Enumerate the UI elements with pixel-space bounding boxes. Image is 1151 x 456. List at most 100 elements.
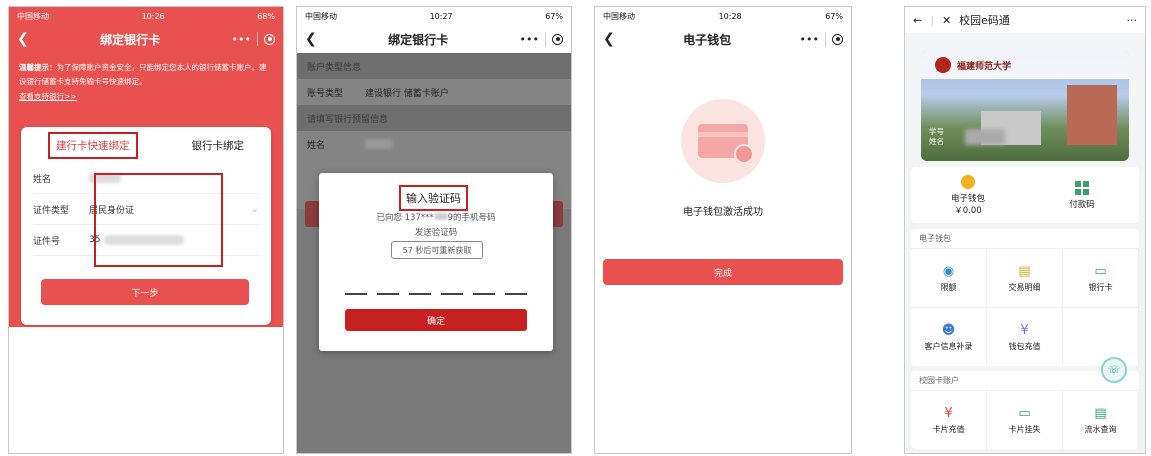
close-target-icon[interactable] [832,33,843,45]
account-type-label: 账号类型 [307,88,344,99]
grid-item-limit[interactable]: ◉ 限额 [911,248,987,307]
page-title: 绑定银行卡 [388,32,449,47]
yen-tag-icon: ¥ [1020,322,1029,338]
wallet-balance: ￥0.00 [954,205,982,216]
highlight-box [94,173,223,267]
time-label: 10:28 [718,11,742,21]
card-info-blurred [965,129,1005,145]
code-digit-slot [441,293,463,295]
account-type-value: 建设银行 储蓄卡账户 [365,88,449,99]
wallet-quick-button[interactable]: 电子钱包 ￥0.00 [911,167,1025,223]
section-header: 请填写银行预留信息 [297,105,571,131]
nav-bar: ❮ 绑定银行卡 ••• [9,25,283,53]
limit-icon: ◉ [942,263,955,279]
status-bar: 中国移动 10:27 67% [297,7,571,25]
more-icon[interactable]: ••• [800,33,819,46]
carrier-label: 中国移动 [17,11,49,21]
code-digit-slot [505,293,527,295]
battery-label: 67% [545,11,563,21]
close-icon[interactable]: ✕ [942,14,951,27]
wallet-card-icon [681,99,765,183]
document-search-icon: ▤ [1094,405,1107,421]
grid-item-customer-info[interactable]: ☻ 客户信息补录 [911,307,987,366]
campus-card-section: 校园卡账户 ¥ 卡片充值 ▭ 卡片挂失 ▤ 流水查询 [911,371,1139,449]
grid-item-card-loss[interactable]: ▭ 卡片挂失 [987,390,1063,449]
back-icon[interactable]: ❮ [17,31,29,47]
grid-item-flow-query[interactable]: ▤ 流水查询 [1063,390,1139,449]
bank-card-icon: ▭ [1094,263,1107,279]
page-title: 校园e码通 [959,14,1010,27]
mini-program-capsule: ••• [800,32,843,46]
more-icon[interactable]: ••• [232,33,251,46]
grid-item-card-topup[interactable]: ¥ 卡片充值 [911,390,987,449]
mini-program-capsule: ••• [232,32,275,46]
battery-label: 67% [825,11,843,21]
campus-card[interactable]: 福建师范大学 学号 姓名 [921,51,1129,161]
qr-code-icon [1075,180,1089,195]
nav-bar: ❮ 绑定银行卡 ••• [297,25,571,53]
more-icon[interactable]: ··· [1127,14,1138,27]
back-arrow-icon[interactable]: ← [913,14,922,27]
wallet-label: 电子钱包 [950,193,985,204]
phone-campus-ecode-screen: ← | ✕ 校园e码通 ··· 福建师范大学 学号 姓名 电子钱包 ￥0.00 付… [904,6,1146,454]
status-bar: 中国移动 10:26 68% [9,7,283,25]
page-title: 电子钱包 [683,32,732,47]
back-icon[interactable]: ❮ [305,31,317,47]
success-message: 电子钱包激活成功 [683,207,763,218]
dialog-title: 输入验证码 [399,185,468,211]
grid-item-empty [1063,307,1139,366]
yen-coin-icon: ¥ [944,405,953,421]
grid-item-bank-card[interactable]: ▭ 银行卡 [1063,248,1139,307]
university-name: 福建师范大学 [957,62,1012,72]
bind-form-card: 建行卡快速绑定 银行卡绑定 姓名 证件类型 居民身份证 ⌄ 证件号 35 下一步 [21,127,271,325]
tab-quick-bind[interactable]: 建行卡快速绑定 [48,131,138,159]
tab-bank-bind[interactable]: 银行卡绑定 [192,138,245,153]
carrier-label: 中国移动 [603,11,635,21]
code-digit-slot [473,293,495,295]
grid-item-wallet-topup[interactable]: ¥ 钱包充值 [987,307,1063,366]
confirm-button[interactable]: 确定 [345,309,527,331]
carrier-label: 中国移动 [305,11,337,21]
sent-message-2: 发送验证码 [414,228,458,238]
customer-service-icon[interactable]: ☏ [1101,357,1127,383]
code-digit-slot [409,293,431,295]
supported-banks-link[interactable]: 查看支持银行>> [9,89,283,104]
receipt-icon: ▤ [1018,263,1031,279]
grid-item-transactions[interactable]: ▤ 交易明细 [987,248,1063,307]
account-type-row: 账号类型 建设银行 储蓄卡账户 [297,79,571,105]
phone-bind-card-screen: 中国移动 10:26 68% ❮ 绑定银行卡 ••• 温馨提示：为了保障账户资金… [8,6,284,454]
more-icon[interactable]: ••• [520,33,539,46]
name-label: 姓名 [33,174,52,185]
phone-wallet-success-screen: 中国移动 10:28 67% ❮ 电子钱包 ••• 电子钱包激活成功 完成 [594,6,852,454]
status-bar: 中国移动 10:28 67% [595,7,851,25]
close-target-icon[interactable] [264,33,275,45]
chevron-down-icon[interactable]: ⌄ [251,204,259,215]
dimmed-form: 账户类型信息 账号类型 建设银行 储蓄卡账户 请填写银行预留信息 姓名 输入验证… [297,53,571,453]
id-type-label: 证件类型 [33,205,70,216]
nav-bar: ← | ✕ 校园e码通 ··· [905,7,1145,33]
nav-bar: ❮ 电子钱包 ••• [595,25,851,53]
quick-actions: 电子钱包 ￥0.00 付款码 [911,167,1139,223]
name-label: 姓名 [307,140,326,151]
done-button[interactable]: 完成 [603,259,843,285]
code-digit-slot [345,293,367,295]
university-seal-icon [935,57,951,73]
bind-tabs: 建行卡快速绑定 银行卡绑定 [21,127,271,163]
section-header: 账户类型信息 [297,53,571,79]
page-title: 绑定银行卡 [100,32,161,47]
notice-text: 温馨提示：为了保障账户资金安全，只能绑定您本人的银行储蓄卡账户。建设银行储蓄卡支… [19,63,267,86]
time-label: 10:26 [141,11,165,21]
pay-code-button[interactable]: 付款码 [1025,167,1139,223]
phone-verify-code-screen: 中国移动 10:27 67% ❮ 绑定银行卡 ••• 账户类型信息 账号类型 建… [296,6,572,454]
code-digit-slot [377,293,399,295]
name-value-blurred [365,139,394,149]
user-edit-icon: ☻ [941,322,956,338]
close-target-icon[interactable] [552,33,563,45]
back-icon[interactable]: ❮ [603,31,615,47]
resend-countdown[interactable]: 57 秒后可重新获取 [391,241,483,259]
coin-icon [961,174,975,189]
wallet-section: 电子钱包 ◉ 限额 ▤ 交易明细 ▭ 银行卡 ☻ 客户信息补录 ¥ 钱包充值 [911,229,1139,366]
code-input[interactable] [345,293,527,295]
section-title: 电子钱包 [919,234,951,243]
next-button[interactable]: 下一步 [41,279,249,305]
